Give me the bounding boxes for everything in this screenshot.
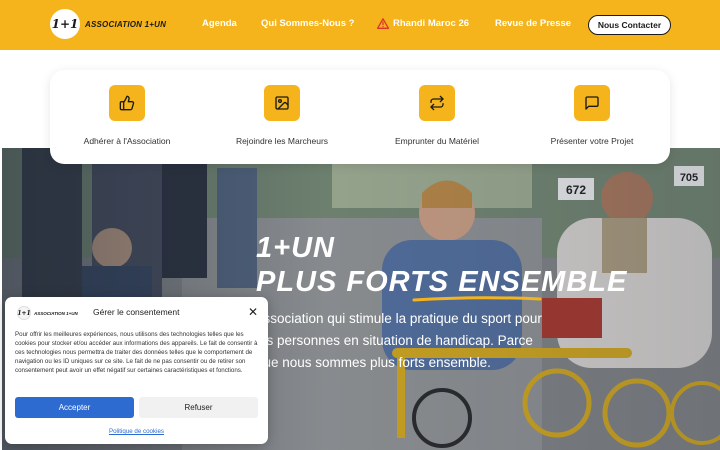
feature-icon-box (574, 85, 610, 121)
logo-text: ASSOCIATION 1+UN (85, 19, 167, 29)
refuse-button[interactable]: Refuser (139, 397, 258, 418)
cookie-consent-dialog: 1+1 ASSOCIATION 1+UN Gérer le consenteme… (5, 297, 268, 444)
accept-button[interactable]: Accepter (15, 397, 134, 418)
feature-label: Présenter votre Projet (550, 136, 634, 146)
site-header: 1+1 ASSOCIATION 1+UN Agenda Qui Sommes-N… (0, 0, 720, 50)
feature-icon-box (419, 85, 455, 121)
feature-icon-box (264, 85, 300, 121)
consent-logo-mark: 1+1 (17, 306, 31, 320)
consent-title: Gérer le consentement (93, 307, 180, 317)
feature-label: Adhérer à l'Association (83, 136, 171, 146)
warning-icon (377, 18, 389, 29)
feature-materiel[interactable]: Emprunter du Matériel (362, 85, 512, 146)
consent-logo-text: ASSOCIATION 1+UN (34, 310, 78, 316)
feature-label: Rejoindre les Marcheurs (235, 136, 329, 146)
feature-projet[interactable]: Présenter votre Projet (517, 85, 667, 146)
feature-icon-box (109, 85, 145, 121)
close-icon[interactable]: ✕ (246, 305, 260, 319)
repeat-icon (430, 95, 444, 111)
consent-logo: 1+1 ASSOCIATION 1+UN (17, 306, 78, 320)
logo-mark: 1+1 (50, 9, 80, 39)
nav-item-qui-sommes-nous[interactable]: Qui Sommes-Nous ? (261, 18, 354, 29)
thumbs-up-icon (119, 95, 135, 111)
message-icon (585, 96, 599, 110)
feature-marcheurs[interactable]: Rejoindre les Marcheurs (207, 85, 357, 146)
nav-item-rhandi-maroc[interactable]: Rhandi Maroc 26 (377, 18, 469, 29)
hero-description: association qui stimule la pratique du s… (256, 311, 542, 370)
image-icon (275, 96, 289, 110)
consent-text: Pour offrir les meilleures expériences, … (15, 331, 258, 374)
hero-title-slogan: PLUS FORTS ENSEMBLE (256, 266, 628, 298)
hero-underline-stroke (412, 296, 542, 302)
feature-card: Adhérer à l'Association Rejoindre les Ma… (50, 70, 670, 164)
cookie-policy-link[interactable]: Politique de cookies (5, 428, 268, 435)
contact-button[interactable]: Nous Contacter (588, 15, 671, 35)
nav-item-revue-de-presse[interactable]: Revue de Presse (495, 18, 571, 29)
site-logo[interactable]: 1+1 ASSOCIATION 1+UN (50, 9, 166, 39)
nav-item-agenda[interactable]: Agenda (202, 18, 237, 29)
hero-title-brand: 1+UN (256, 232, 335, 264)
feature-adherer[interactable]: Adhérer à l'Association (52, 85, 202, 146)
nav-item-label: Rhandi Maroc 26 (393, 18, 470, 29)
feature-label: Emprunter du Matériel (394, 136, 480, 146)
